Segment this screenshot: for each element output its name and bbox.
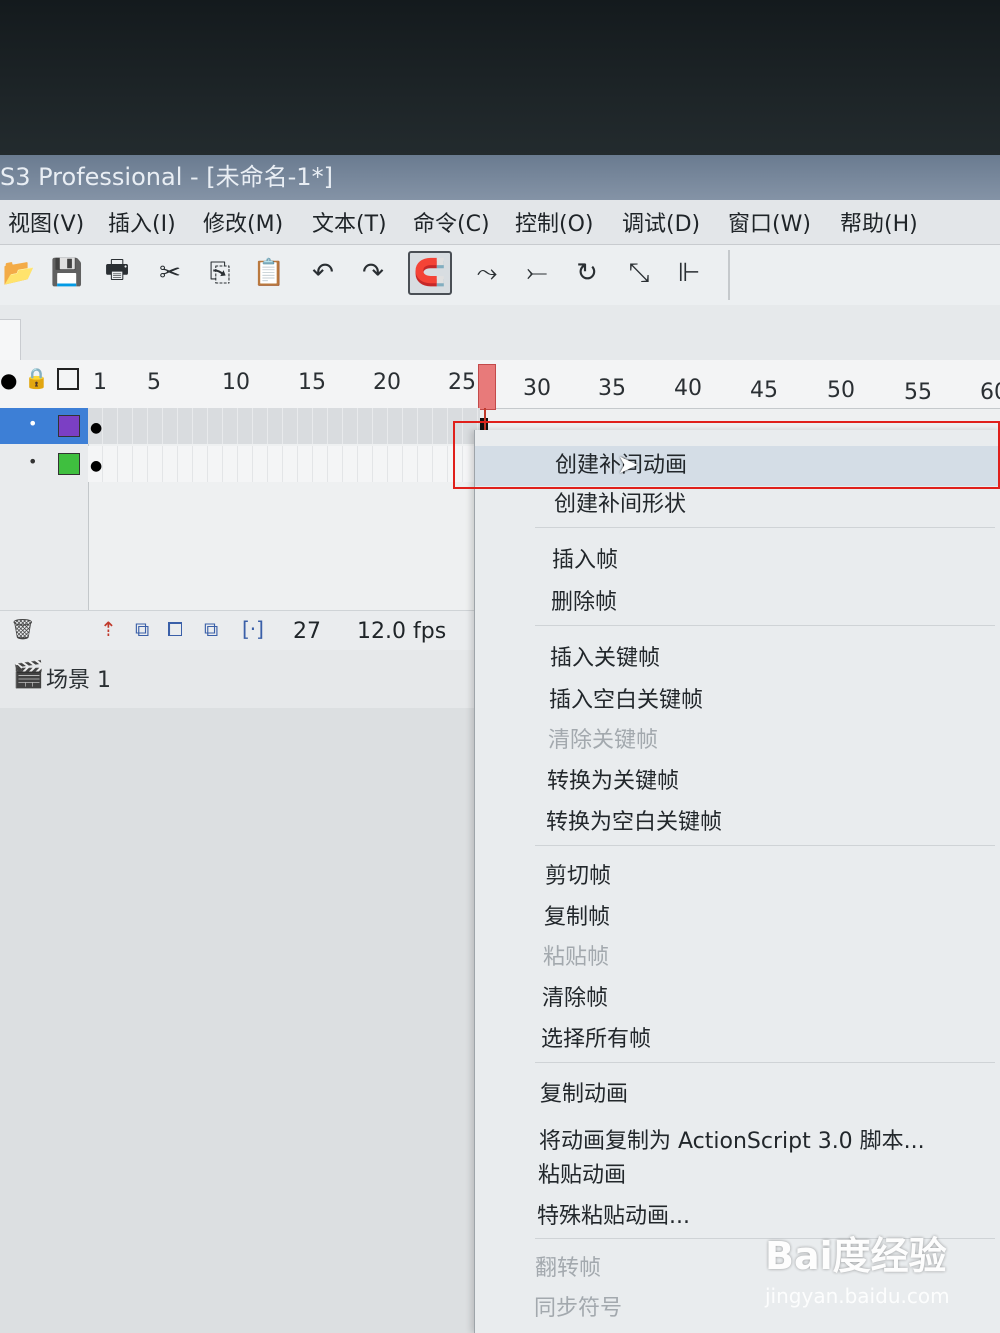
main-toolbar: 📂 💾 🖶 ✂ ⎘ 📋 ↶ ↷ 🧲 ⤳ ⤚ ↻ ⤡ ⊩ — [0, 245, 1000, 305]
align-icon[interactable]: ⊩ — [672, 255, 706, 291]
watermark-logo: Bai度经验 — [765, 1234, 947, 1278]
document-tab[interactable] — [0, 319, 21, 363]
window-titlebar: S3 Professional - [未命名-1*] — [0, 155, 1000, 200]
menu-copy-frames[interactable]: 复制帧 — [475, 899, 1000, 931]
outline-icon[interactable] — [57, 368, 79, 390]
scale-icon[interactable]: ⤡ — [622, 255, 656, 291]
ruler-label: 1 — [93, 370, 107, 395]
menu-convert-to-keyframe[interactable]: 转换为关键帧 — [475, 763, 1000, 795]
ruler-label: 30 — [523, 376, 551, 401]
layer-row-1[interactable]: • — [0, 408, 88, 444]
frame-ruler[interactable]: ● 🔒 1 5 10 15 20 25 30 35 40 45 50 55 60 — [0, 360, 1000, 409]
menu-paste-motion[interactable]: 粘贴动画 — [475, 1157, 1000, 1189]
frames-layer-2[interactable] — [88, 446, 480, 482]
keyframe-dot[interactable]: ● — [90, 458, 102, 474]
menu-help[interactable]: 帮助(H) — [840, 206, 918, 238]
center-frame-icon[interactable]: ⇡ — [100, 617, 117, 641]
menu-clear-keyframe[interactable]: 清除关键帧 — [475, 722, 1000, 754]
visibility-dot[interactable]: • — [28, 452, 37, 471]
print-icon[interactable]: 🖶 — [100, 255, 134, 291]
ruler-label: 5 — [147, 370, 161, 395]
edit-multiple-icon[interactable]: ⧉ — [204, 617, 218, 641]
keyframe-dot[interactable]: ● — [90, 420, 102, 436]
cut-icon[interactable]: ✂ — [153, 255, 187, 291]
menu-view[interactable]: 视图(V) — [8, 206, 84, 238]
ruler-label: 25 — [448, 370, 476, 395]
menu-paste-frames[interactable]: 粘贴帧 — [475, 939, 1000, 971]
playhead[interactable] — [478, 364, 496, 410]
toolbar-separator — [728, 250, 730, 300]
menu-copy-motion[interactable]: 复制动画 — [475, 1076, 1000, 1108]
menu-clear-frames[interactable]: 清除帧 — [475, 980, 1000, 1012]
document-tabstrip — [0, 305, 1000, 363]
open-icon[interactable]: 📂 — [2, 255, 36, 291]
straighten-icon[interactable]: ⤚ — [520, 255, 554, 291]
frame-context-menu: 创建补间动画 创建补间形状 插入帧 删除帧 插入关键帧 插入空白关键帧 清除关键… — [474, 430, 1000, 1333]
layer-row-2[interactable]: • — [0, 446, 88, 482]
menu-window[interactable]: 窗口(W) — [728, 206, 811, 238]
onion-skin-icon[interactable]: ⧉ — [135, 617, 149, 641]
ruler-label: 45 — [750, 378, 778, 403]
layer-color-swatch[interactable] — [58, 415, 80, 437]
menu-separator — [535, 1062, 995, 1063]
menu-insert-blank-keyframe[interactable]: 插入空白关键帧 — [475, 682, 1000, 714]
rotate-icon[interactable]: ↻ — [570, 255, 604, 291]
menu-separator — [535, 845, 995, 846]
save-icon[interactable]: 💾 — [50, 255, 84, 291]
monitor-bezel — [0, 0, 1000, 155]
watermark-url: jingyan.baidu.com — [765, 1284, 950, 1308]
current-frame-readout: 27 — [293, 619, 321, 644]
menu-insert-keyframe[interactable]: 插入关键帧 — [475, 640, 1000, 672]
ruler-label: 55 — [904, 380, 932, 405]
clapper-icon: 🎬 — [12, 660, 45, 690]
smooth-icon[interactable]: ⤳ — [470, 255, 504, 291]
ruler-label: 50 — [827, 378, 855, 403]
timeline-status-bar: 🗑 ⇡ ⧉ ⧠ ⧉ [·] 27 12.0 fps — [0, 610, 485, 651]
layer-list: • • — [0, 408, 89, 618]
menu-separator — [535, 625, 995, 626]
menubar: 视图(V) 插入(I) 修改(M) 文本(T) 命令(C) 控制(O) 调试(D… — [0, 200, 1000, 245]
ruler-label: 60 — [980, 380, 1000, 405]
lock-icon[interactable]: 🔒 — [24, 366, 49, 390]
copy-icon[interactable]: ⎘ — [203, 255, 237, 291]
scene-bar: 🎬 场景 1 — [0, 650, 485, 709]
trash-icon[interactable]: 🗑 — [10, 617, 35, 641]
paste-icon[interactable]: 📋 — [252, 255, 286, 291]
fps-readout[interactable]: 12.0 fps — [357, 619, 446, 644]
watermark: Bai度经验 jingyan.baidu.com — [765, 1225, 990, 1325]
menu-commands[interactable]: 命令(C) — [413, 206, 490, 238]
menu-convert-to-blank-keyframe[interactable]: 转换为空白关键帧 — [475, 804, 1000, 836]
highlight-annotation-box — [453, 421, 1000, 489]
undo-icon[interactable]: ↶ — [306, 255, 340, 291]
menu-delete-frame[interactable]: 删除帧 — [475, 584, 1000, 616]
menu-separator — [535, 527, 995, 528]
menu-create-shape-tween[interactable]: 创建补间形状 — [475, 486, 1000, 518]
menu-cut-frames[interactable]: 剪切帧 — [475, 858, 1000, 890]
redo-icon[interactable]: ↷ — [356, 255, 390, 291]
stage-area[interactable] — [0, 708, 485, 1333]
ruler-label: 20 — [373, 370, 401, 395]
mouse-cursor-icon: ➤ — [617, 450, 639, 480]
menu-modify[interactable]: 修改(M) — [203, 206, 283, 238]
menu-control[interactable]: 控制(O) — [515, 206, 593, 238]
ruler-label: 35 — [598, 376, 626, 401]
menu-insert-frame[interactable]: 插入帧 — [475, 542, 1000, 574]
onion-outline-icon[interactable]: ⧠ — [167, 617, 183, 641]
menu-text[interactable]: 文本(T) — [312, 206, 387, 238]
ruler-label: 15 — [298, 370, 326, 395]
scene-label[interactable]: 场景 1 — [46, 662, 111, 694]
visibility-dot[interactable]: • — [28, 414, 37, 433]
window-title: S3 Professional - [未命名-1*] — [0, 163, 333, 191]
frames-layer-1[interactable] — [88, 408, 480, 444]
menu-debug[interactable]: 调试(D) — [622, 206, 700, 238]
menu-copy-motion-as-as3[interactable]: 将动画复制为 ActionScript 3.0 脚本... — [475, 1123, 1000, 1155]
modify-markers-icon[interactable]: [·] — [242, 617, 264, 641]
snap-magnet-icon[interactable]: 🧲 — [408, 251, 452, 295]
ruler-label: 40 — [674, 376, 702, 401]
eye-icon[interactable]: ● — [0, 368, 17, 392]
menu-select-all-frames[interactable]: 选择所有帧 — [475, 1021, 1000, 1053]
menu-insert[interactable]: 插入(I) — [108, 206, 176, 238]
ruler-label: 10 — [222, 370, 250, 395]
layer-color-swatch[interactable] — [58, 453, 80, 475]
